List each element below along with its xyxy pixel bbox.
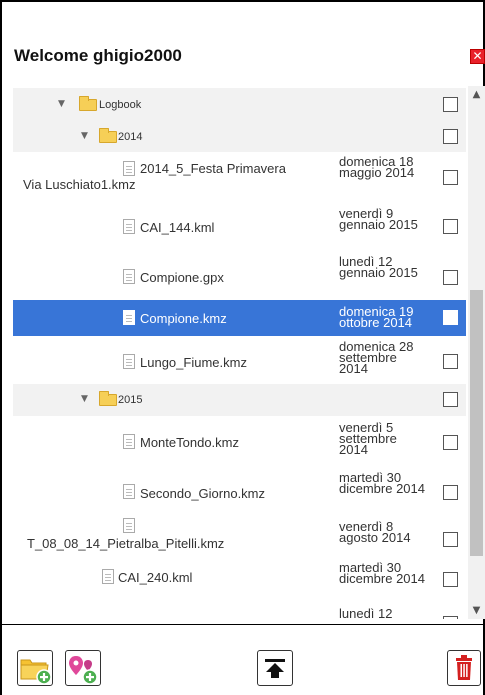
file-name: Compione.gpx <box>140 270 224 285</box>
chevron-up-icon[interactable]: ▲ <box>468 86 485 103</box>
row-checkbox[interactable] <box>443 392 458 407</box>
file-date: venerdì 9 gennaio 2015 <box>339 206 418 232</box>
folder-label: 2015 <box>118 394 143 406</box>
close-icon: ✕ <box>472 49 483 63</box>
file-date: domenica 19 ottobre 2014 <box>339 304 414 330</box>
file-icon <box>123 518 135 533</box>
file-name: CAI_240.kml <box>118 570 193 585</box>
page-title: Welcome ghigio2000 <box>14 46 182 65</box>
delete-button[interactable] <box>447 650 481 686</box>
tree-row-2014[interactable]: ▼ 2014 <box>13 120 466 152</box>
file-date: venerdì 5 settembre 2014 <box>339 420 397 457</box>
file-icon <box>123 434 135 449</box>
tree-row-2015[interactable]: ▼ 2015 <box>13 384 466 416</box>
upload-icon <box>265 659 285 678</box>
add-folder-icon <box>20 659 52 685</box>
expand-toggle-icon[interactable]: ▼ <box>58 99 65 109</box>
file-row[interactable]: Compione.gpx lunedì 12 gennaio 2015 <box>13 252 466 300</box>
file-row[interactable]: lunedì 12 <box>13 602 466 619</box>
file-date: domenica 28 settembre 2014 <box>339 339 414 376</box>
file-name: CAI_144.kml <box>140 220 215 235</box>
file-name: 2014_5_Festa Primavera <box>140 161 286 176</box>
toolbar-divider <box>2 624 485 625</box>
expand-toggle-icon[interactable]: ▼ <box>81 131 88 141</box>
add-poi-button[interactable] <box>65 650 101 686</box>
row-checkbox[interactable] <box>443 97 458 112</box>
file-row[interactable]: 2014_5_Festa Primavera Via Luschiato1.km… <box>13 152 466 204</box>
folder-label: Logbook <box>99 99 142 111</box>
file-row-selected[interactable]: Compione.kmz domenica 19 ottobre 2014 <box>13 300 466 336</box>
trash-icon <box>456 655 472 680</box>
file-icon <box>123 484 135 499</box>
row-checkbox[interactable] <box>443 532 458 547</box>
file-icon <box>123 310 135 325</box>
expand-toggle-icon[interactable]: ▼ <box>81 394 88 404</box>
file-icon <box>102 569 114 584</box>
file-row[interactable]: Secondo_Giorno.kmz martedì 30 dicembre 2… <box>13 466 466 516</box>
file-row[interactable]: CAI_144.kml venerdì 9 gennaio 2015 <box>13 204 466 252</box>
row-checkbox[interactable] <box>443 270 458 285</box>
row-checkbox[interactable] <box>443 170 458 185</box>
file-row[interactable]: T_08_08_14_Pietralba_Pitelli.kmz venerdì… <box>13 516 466 558</box>
file-row[interactable]: Lungo_Fiume.kmz domenica 28 settembre 20… <box>13 336 466 384</box>
file-name-continued: Via Luschiato1.kmz <box>23 177 136 192</box>
file-date: lunedì 12 gennaio 2015 <box>339 254 418 280</box>
folder-icon <box>99 391 117 406</box>
file-name: T_08_08_14_Pietralba_Pitelli.kmz <box>27 536 225 551</box>
upload-button[interactable] <box>257 650 293 686</box>
row-checkbox[interactable] <box>443 616 458 619</box>
file-row[interactable]: CAI_240.kml martedì 30 dicembre 2014 <box>13 558 466 602</box>
folder-label: 2014 <box>118 131 143 143</box>
tree-row-logbook[interactable]: ▼ Logbook <box>13 88 466 120</box>
file-name: MonteTondo.kmz <box>140 435 239 450</box>
file-name: Lungo_Fiume.kmz <box>140 355 247 370</box>
add-folder-button[interactable] <box>17 650 53 686</box>
close-button[interactable]: ✕ <box>470 49 485 64</box>
scrollbar-thumb[interactable] <box>470 290 483 556</box>
file-date: domenica 18 maggio 2014 <box>339 154 415 180</box>
folder-icon <box>79 96 97 111</box>
file-date: venerdì 8 agosto 2014 <box>339 519 411 545</box>
row-checkbox[interactable] <box>443 129 458 144</box>
file-name: Secondo_Giorno.kmz <box>140 486 266 501</box>
file-date: lunedì 12 <box>339 606 393 619</box>
file-icon <box>123 161 135 176</box>
row-checkbox[interactable] <box>443 354 458 369</box>
file-date: martedì 30 dicembre 2014 <box>339 560 425 586</box>
app-window: Welcome ghigio2000 ✕ ▼ Logbook ▼ 2014 20… <box>0 0 485 695</box>
scrollbar[interactable]: ▲ ▼ <box>468 86 485 619</box>
file-date: martedì 30 dicembre 2014 <box>339 470 425 496</box>
row-checkbox[interactable] <box>443 219 458 234</box>
file-row[interactable]: MonteTondo.kmz venerdì 5 settembre 2014 <box>13 416 466 466</box>
file-icon <box>123 269 135 284</box>
file-tree: ▼ Logbook ▼ 2014 2014_5_Festa Primavera … <box>13 86 468 619</box>
chevron-down-icon[interactable]: ▼ <box>468 602 485 619</box>
row-checkbox[interactable] <box>443 435 458 450</box>
file-icon <box>123 354 135 369</box>
row-checkbox[interactable] <box>443 572 458 587</box>
row-checkbox[interactable] <box>443 485 458 500</box>
row-checkbox[interactable] <box>443 310 458 325</box>
folder-icon <box>99 128 117 143</box>
file-icon <box>123 219 135 234</box>
file-name: Compione.kmz <box>140 311 227 326</box>
add-poi-icon <box>69 656 98 685</box>
